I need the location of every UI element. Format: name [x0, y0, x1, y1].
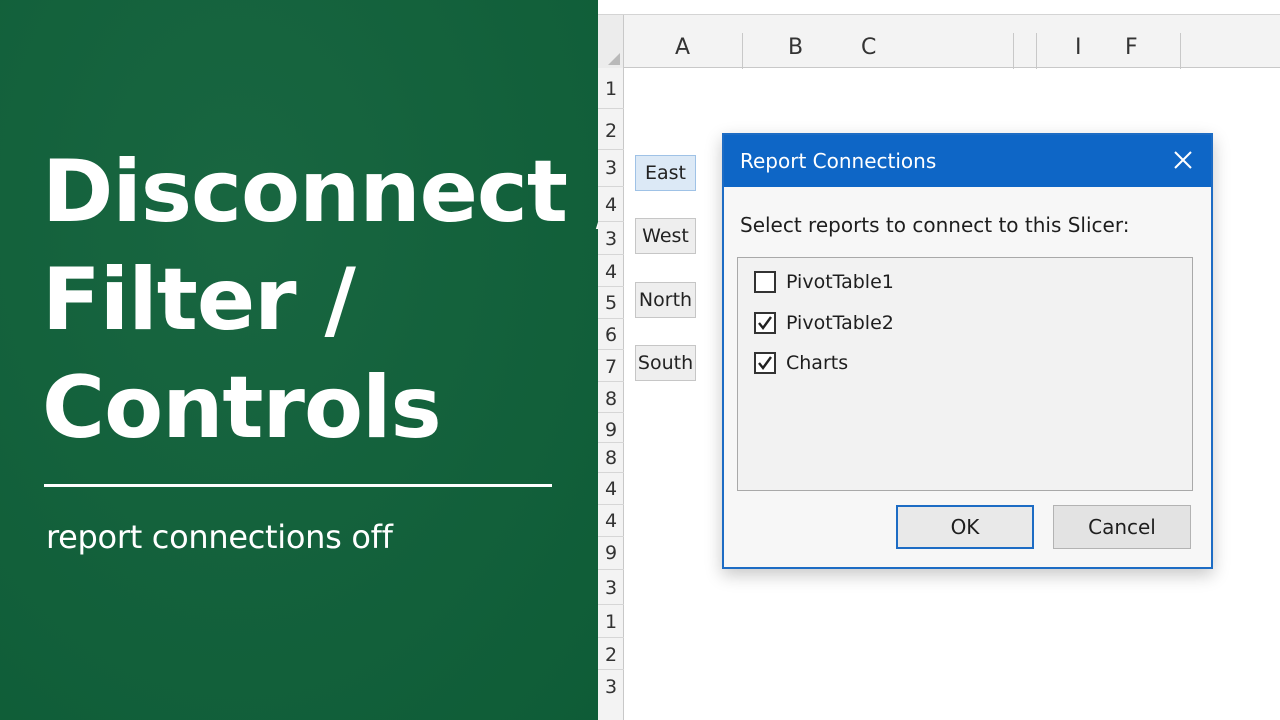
row-number[interactable]: 4	[598, 194, 624, 216]
row-number[interactable]: 5	[598, 292, 624, 314]
row-number[interactable]: 8	[598, 388, 624, 410]
checkbox-unchecked[interactable]	[754, 271, 776, 293]
list-item-pivottable2[interactable]: PivotTable2	[754, 312, 894, 334]
row-divider	[598, 604, 624, 605]
report-connections-dialog: Report Connections Select reports to con…	[722, 133, 1213, 569]
ok-button[interactable]: OK	[896, 505, 1034, 549]
row-number[interactable]: 1	[598, 78, 624, 100]
row-number[interactable]: 1	[598, 611, 624, 633]
column-separator	[742, 33, 743, 69]
row-number[interactable]: 2	[598, 644, 624, 666]
cancel-button[interactable]: Cancel	[1053, 505, 1191, 549]
column-header-i[interactable]: I	[1075, 35, 1082, 60]
headline-line: Filter /	[42, 250, 356, 350]
row-divider	[598, 472, 624, 473]
checkmark-icon	[758, 316, 772, 330]
row-divider	[598, 286, 624, 287]
checkbox-checked[interactable]	[754, 312, 776, 334]
column-separator	[1180, 33, 1181, 69]
row-divider	[598, 412, 624, 413]
row-divider	[598, 349, 624, 350]
row-header-bar: 1 2 3 4 3 4 5 6 7 8 9 8 4 4 9 3 1 2 3	[598, 68, 624, 720]
column-header-c[interactable]: C	[861, 35, 876, 60]
slicer-item-north[interactable]: North	[635, 282, 696, 318]
row-divider	[598, 637, 624, 638]
headline-line: Disconnect /	[42, 142, 627, 242]
column-header-b[interactable]: B	[788, 35, 803, 60]
row-divider	[598, 536, 624, 537]
row-number[interactable]: 2	[598, 120, 624, 142]
row-divider	[598, 221, 624, 222]
row-divider	[598, 254, 624, 255]
row-divider	[598, 504, 624, 505]
checkbox-checked[interactable]	[754, 352, 776, 374]
row-number[interactable]: 3	[598, 157, 624, 179]
list-item-pivottable1[interactable]: PivotTable1	[754, 271, 894, 293]
title-divider	[44, 484, 552, 487]
column-header-a[interactable]: A	[675, 35, 690, 60]
close-icon[interactable]	[1171, 148, 1195, 172]
title-panel: Disconnect / Filter / Controls report co…	[0, 0, 627, 720]
checkmark-icon	[758, 356, 772, 370]
list-item-charts[interactable]: Charts	[754, 352, 848, 374]
column-separator	[1013, 33, 1014, 69]
row-divider	[598, 186, 624, 187]
headline-line: Controls	[42, 358, 442, 458]
slicer-item-west[interactable]: West	[635, 218, 696, 254]
row-number[interactable]: 4	[598, 478, 624, 500]
row-number[interactable]: 7	[598, 356, 624, 378]
row-number[interactable]: 4	[598, 261, 624, 283]
column-separator	[1036, 33, 1037, 69]
row-number[interactable]: 4	[598, 510, 624, 532]
row-divider	[598, 108, 624, 109]
row-divider	[598, 669, 624, 670]
select-all-corner[interactable]	[598, 15, 624, 69]
row-number[interactable]: 3	[598, 676, 624, 698]
report-list: PivotTable1 PivotTable2 Charts	[737, 257, 1193, 491]
list-item-label: Charts	[786, 352, 849, 374]
row-divider	[598, 318, 624, 319]
row-number[interactable]: 9	[598, 542, 624, 564]
list-item-label: PivotTable1	[786, 271, 894, 293]
row-number[interactable]: 6	[598, 324, 624, 346]
column-header-f[interactable]: F	[1125, 35, 1138, 60]
subtitle: report connections off	[46, 518, 393, 556]
row-number[interactable]: 3	[598, 228, 624, 250]
dialog-prompt: Select reports to connect to this Slicer…	[740, 213, 1130, 237]
row-number[interactable]: 9	[598, 419, 624, 441]
dialog-title: Report Connections	[740, 149, 937, 173]
row-number[interactable]: 8	[598, 447, 624, 469]
row-divider	[598, 442, 624, 443]
dialog-title-bar[interactable]: Report Connections	[724, 135, 1211, 187]
list-item-label: PivotTable2	[786, 312, 894, 334]
row-number[interactable]: 3	[598, 577, 624, 599]
slicer-item-south[interactable]: South	[635, 345, 696, 381]
column-header-bar: A B C I F	[598, 14, 1280, 69]
row-divider	[598, 149, 624, 150]
row-divider	[598, 569, 624, 570]
slicer-item-east[interactable]: East	[635, 155, 696, 191]
headline: Disconnect / Filter / Controls	[42, 138, 627, 462]
row-divider	[598, 381, 624, 382]
